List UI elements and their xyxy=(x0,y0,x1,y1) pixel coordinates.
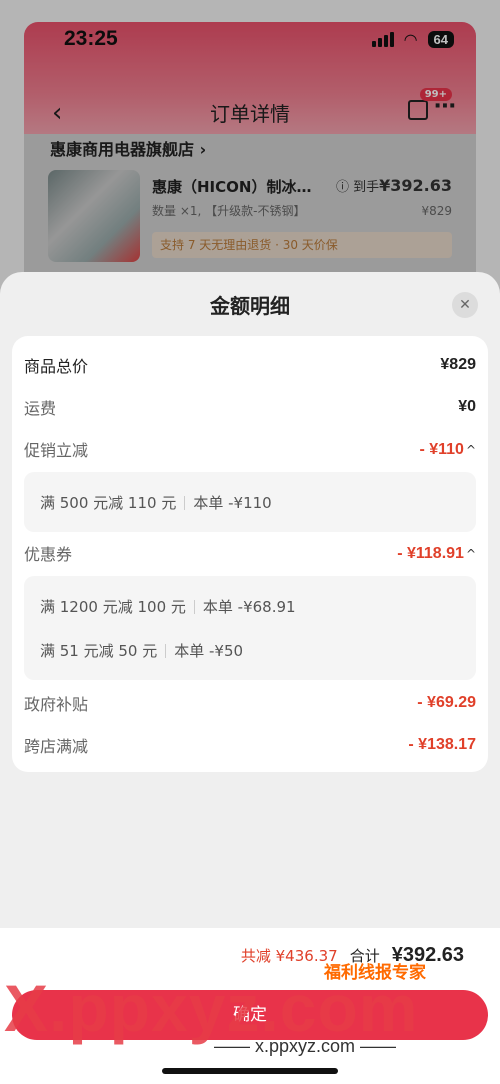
coupon-detail-box: 满 1200 元减 100 元本单 -¥68.91 满 51 元减 50 元本单… xyxy=(24,576,476,680)
chevron-up-icon[interactable]: ^ xyxy=(466,547,476,561)
home-indicator[interactable] xyxy=(162,1068,338,1074)
chevron-up-icon[interactable]: ^ xyxy=(466,443,476,457)
phone-screen: 23:25 ◠ 64 ‹ 订单详情 ⋯ 99+ 惠康商用电器旗舰店 › 惠康（H… xyxy=(0,0,500,1084)
promotion-detail-box: 满 500 元减 110 元本单 -¥110 xyxy=(24,472,476,532)
row-government-subsidy: 政府补贴 - ¥69.29 xyxy=(24,694,476,714)
row-goods-total: 商品总价 ¥829 xyxy=(24,356,476,376)
row-cross-store-discount: 跨店满减 - ¥138.17 xyxy=(24,736,476,756)
coupon-item: 满 51 元减 50 元本单 -¥50 xyxy=(40,642,244,660)
dim-overlay[interactable] xyxy=(0,0,500,300)
row-coupon[interactable]: 优惠券 - ¥118.91 ^ xyxy=(24,538,476,568)
promotion-item: 满 500 元减 110 元本单 -¥110 xyxy=(40,494,272,512)
close-icon[interactable]: ✕ xyxy=(452,292,478,318)
amount-detail-card: 商品总价 ¥829 运费 ¥0 促销立减 - ¥110 ^ 满 500 元减 11… xyxy=(12,336,488,772)
watermark-site: —— x.ppxyz.com —— xyxy=(214,1036,397,1056)
sheet-title: 金额明细 xyxy=(210,294,290,318)
coupon-item: 满 1200 元减 100 元本单 -¥68.91 xyxy=(40,598,296,616)
row-promotion[interactable]: 促销立减 - ¥110 ^ xyxy=(24,434,476,464)
row-shipping: 运费 ¥0 xyxy=(24,398,476,418)
watermark-logo: X.ppxyz.com xyxy=(4,971,419,1045)
